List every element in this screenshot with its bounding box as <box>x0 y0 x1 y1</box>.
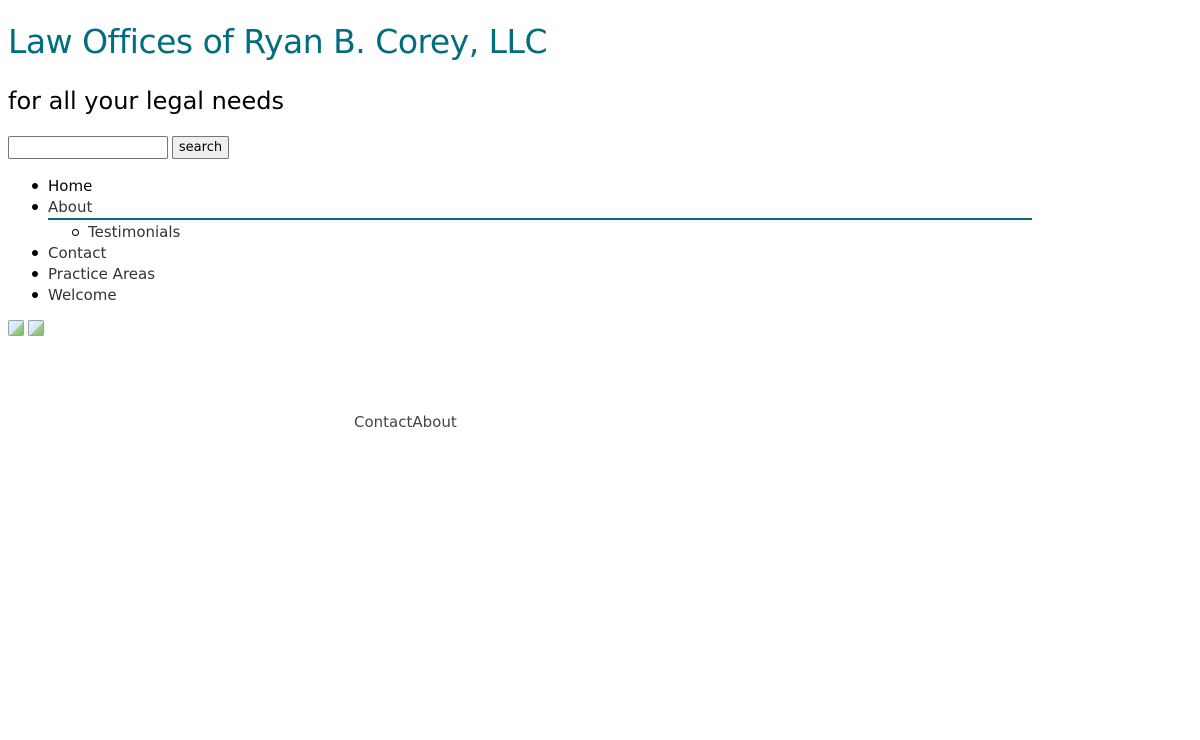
footer-link-about[interactable]: About <box>412 413 456 431</box>
image-row <box>8 320 44 336</box>
site-title[interactable]: Law Offices of Ryan B. Corey, LLC <box>8 22 548 62</box>
footer-link-contact[interactable]: Contact <box>354 413 412 431</box>
main-nav: Home About Testimonials Contact Practice… <box>0 176 1032 306</box>
nav-item-home: Home <box>32 176 1032 197</box>
nav-link-contact[interactable]: Contact <box>48 244 106 262</box>
nav-link-home[interactable]: Home <box>48 177 92 195</box>
nav-link-practice-areas[interactable]: Practice Areas <box>48 265 155 283</box>
nav-link-about[interactable]: About <box>48 198 92 216</box>
broken-image-icon[interactable] <box>8 320 24 336</box>
nav-item-welcome: Welcome <box>32 285 1032 306</box>
site-tagline: for all your legal needs <box>8 87 285 115</box>
nav-item-about: About Testimonials <box>32 197 1032 243</box>
broken-image-icon[interactable] <box>28 320 44 336</box>
search-input[interactable] <box>8 136 168 159</box>
search-button[interactable]: search <box>172 136 229 159</box>
nav-link-welcome[interactable]: Welcome <box>48 286 117 304</box>
main-nav-list: Home About Testimonials Contact Practice… <box>0 176 1032 306</box>
nav-item-practice-areas: Practice Areas <box>32 264 1032 285</box>
footer-links: ContactAbout <box>354 412 457 433</box>
nav-item-contact: Contact <box>32 243 1032 264</box>
nav-item-testimonials: Testimonials <box>72 222 1032 243</box>
nav-item-about-row: About <box>48 197 1032 220</box>
search-form: search <box>8 136 229 159</box>
about-submenu: Testimonials <box>48 220 1032 243</box>
nav-link-testimonials[interactable]: Testimonials <box>88 223 180 241</box>
